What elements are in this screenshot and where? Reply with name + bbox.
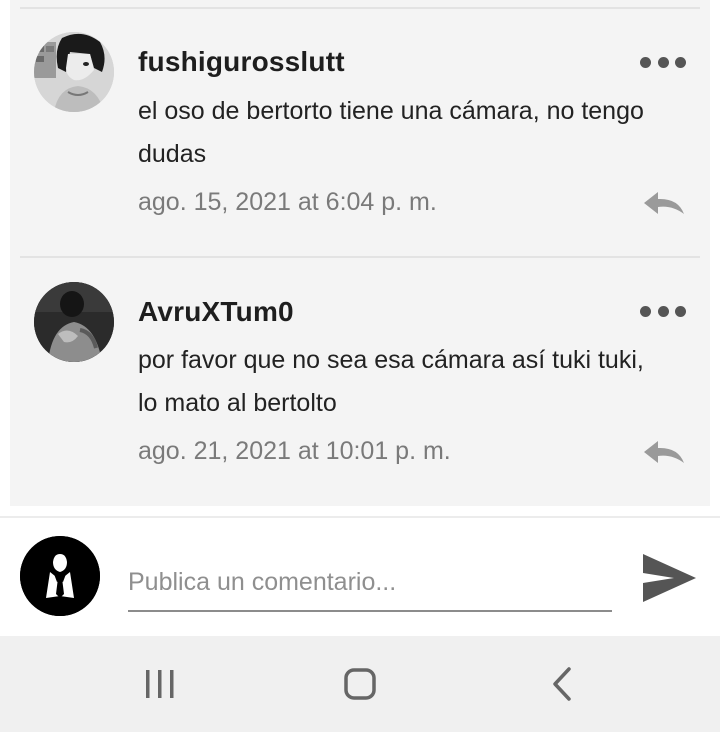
comment-text: el oso de bertorto tiene una cámara, no … <box>138 97 644 168</box>
avatar[interactable] <box>34 282 114 362</box>
more-options-button[interactable] <box>640 52 686 72</box>
reply-button[interactable] <box>642 188 686 218</box>
username[interactable]: AvruXTum0 <box>138 296 294 328</box>
system-navigation-bar <box>0 636 720 732</box>
avatar[interactable] <box>34 32 114 112</box>
comment-timestamp: ago. 15, 2021 at 6:04 p. m. <box>138 188 437 216</box>
back-icon <box>553 667 571 701</box>
more-options-button[interactable] <box>640 301 686 321</box>
send-button[interactable] <box>640 550 698 606</box>
comment-text: por favor que no sea esa cámara así tuki… <box>138 346 644 417</box>
comment-item: AvruXTum0 por favor que no sea esa cámar… <box>10 256 710 506</box>
recent-apps-icon <box>146 670 174 698</box>
reply-arrow-icon <box>644 192 684 214</box>
comment-composer <box>0 516 720 638</box>
send-icon <box>643 554 696 602</box>
more-horizontal-icon <box>640 56 651 68</box>
comment-timestamp: ago. 21, 2021 at 10:01 p. m. <box>138 437 451 465</box>
reply-arrow-icon <box>644 441 684 463</box>
comment-item: fushigurosslutt el oso de bertorto tiene… <box>10 0 710 256</box>
reply-button[interactable] <box>642 437 686 467</box>
comment-input[interactable] <box>128 554 612 612</box>
avatar-person-photo-image <box>34 282 114 362</box>
recent-apps-button[interactable] <box>140 664 180 704</box>
home-icon <box>344 668 376 700</box>
avatar-anime-girl-image <box>34 32 114 112</box>
suit-figure-avatar-image <box>20 536 100 616</box>
home-button[interactable] <box>340 664 380 704</box>
current-user-avatar[interactable] <box>20 536 100 616</box>
username[interactable]: fushigurosslutt <box>138 46 345 78</box>
back-button[interactable] <box>542 664 582 704</box>
more-horizontal-icon <box>640 305 651 317</box>
comments-panel: fushigurosslutt el oso de bertorto tiene… <box>10 0 710 506</box>
